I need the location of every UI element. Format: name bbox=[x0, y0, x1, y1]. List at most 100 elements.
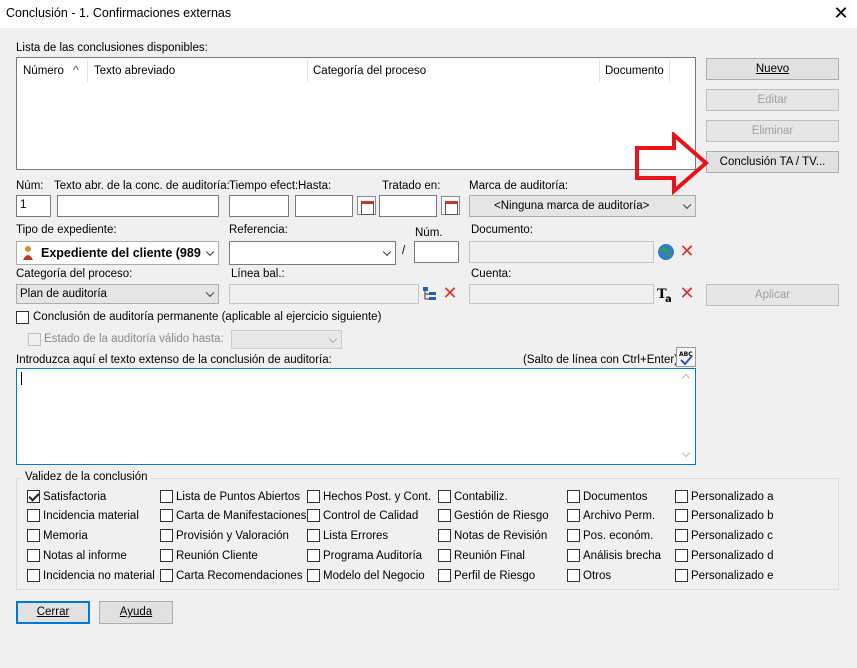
validez-checkbox[interactable] bbox=[160, 569, 173, 582]
validez-checkbox[interactable] bbox=[160, 509, 173, 522]
tratado-input[interactable] bbox=[379, 195, 437, 217]
estado-select[interactable] bbox=[231, 330, 342, 349]
validez-checkbox[interactable] bbox=[438, 509, 451, 522]
validez-checkbox[interactable] bbox=[307, 529, 320, 542]
scrollbar[interactable] bbox=[679, 369, 695, 464]
svg-text:a: a bbox=[665, 294, 672, 303]
validez-checkbox[interactable] bbox=[675, 490, 688, 503]
num-input[interactable]: 1 bbox=[16, 195, 51, 217]
scroll-up-icon[interactable] bbox=[681, 373, 691, 383]
globe-icon[interactable] bbox=[657, 243, 675, 261]
texto-extenso-textarea[interactable] bbox=[16, 368, 696, 465]
num2-input[interactable] bbox=[414, 241, 459, 263]
calendar-icon[interactable] bbox=[357, 196, 376, 215]
validez-checkbox[interactable] bbox=[27, 509, 40, 522]
validez-checkbox[interactable] bbox=[567, 490, 580, 503]
column-divider[interactable] bbox=[87, 60, 88, 82]
tipo-select[interactable]: Expediente del cliente (989? bbox=[16, 241, 219, 265]
column-divider[interactable] bbox=[599, 60, 600, 82]
validez-checkbox-label: Personalizado a bbox=[691, 491, 774, 503]
ayuda-label: Ayuda bbox=[119, 606, 153, 618]
validez-checkbox[interactable] bbox=[567, 509, 580, 522]
validez-checkbox-label: Personalizado d bbox=[691, 550, 774, 562]
salto-hint: (Salto de línea con Ctrl+Enter) bbox=[523, 354, 679, 366]
column-divider[interactable] bbox=[307, 60, 308, 82]
validez-checkbox[interactable] bbox=[160, 529, 173, 542]
text-tag-icon[interactable]: Ta bbox=[657, 285, 675, 305]
permanente-checkbox[interactable] bbox=[16, 311, 29, 324]
estado-label: Estado de la auditoría válido hasta: bbox=[44, 333, 224, 345]
validez-checkbox-label: Carta Recomendaciones bbox=[176, 570, 303, 582]
aplicar-button[interactable]: Aplicar bbox=[706, 284, 839, 306]
linea-input[interactable] bbox=[229, 284, 419, 304]
validez-checkbox[interactable] bbox=[675, 549, 688, 562]
validez-checkbox[interactable] bbox=[307, 509, 320, 522]
tiempo-input[interactable] bbox=[229, 195, 289, 217]
validez-checkbox[interactable] bbox=[307, 490, 320, 503]
tiempo-label: Tiempo efect: bbox=[229, 180, 299, 192]
validez-checkbox[interactable] bbox=[438, 549, 451, 562]
eliminar-button[interactable]: Eliminar bbox=[706, 120, 839, 142]
tree-icon[interactable] bbox=[422, 286, 438, 302]
nuevo-button[interactable]: Nuevo bbox=[706, 58, 839, 80]
column-header-documento[interactable]: Documento bbox=[605, 65, 664, 77]
validez-checkbox[interactable] bbox=[438, 529, 451, 542]
validez-checkbox[interactable] bbox=[438, 490, 451, 503]
ayuda-button[interactable]: Ayuda bbox=[99, 601, 173, 624]
validez-checkbox[interactable] bbox=[567, 529, 580, 542]
editar-button[interactable]: Editar bbox=[706, 89, 839, 111]
validez-checkbox[interactable] bbox=[307, 569, 320, 582]
column-divider[interactable] bbox=[669, 60, 670, 82]
validez-checkbox-label: Contabiliz. bbox=[454, 491, 508, 503]
tipo-value: Expediente del cliente (989? bbox=[41, 246, 201, 260]
delete-icon[interactable]: ✕ bbox=[678, 284, 696, 303]
referencia-select[interactable] bbox=[229, 241, 396, 265]
column-header-numero[interactable]: Número bbox=[23, 65, 64, 77]
validez-checkbox[interactable] bbox=[160, 549, 173, 562]
validez-checkbox-label: Provisión y Valoración bbox=[176, 530, 289, 542]
marca-select[interactable]: <Ninguna marca de auditoría> bbox=[469, 195, 696, 217]
validez-checkbox[interactable] bbox=[27, 529, 40, 542]
spellcheck-icon[interactable]: ABC bbox=[676, 347, 696, 367]
validez-checkbox[interactable] bbox=[307, 549, 320, 562]
categoria-value: Plan de auditoría bbox=[20, 288, 107, 300]
scroll-down-icon[interactable] bbox=[681, 448, 691, 458]
validez-checkbox[interactable] bbox=[567, 549, 580, 562]
column-header-categoria[interactable]: Categoría del proceso bbox=[313, 65, 426, 77]
validez-checkbox[interactable] bbox=[675, 529, 688, 542]
delete-icon[interactable]: ✕ bbox=[441, 284, 459, 303]
validez-checkbox[interactable] bbox=[27, 549, 40, 562]
categoria-select[interactable]: Plan de auditoría bbox=[16, 284, 219, 304]
validez-checkbox[interactable] bbox=[27, 490, 40, 503]
estado-checkbox[interactable] bbox=[28, 333, 41, 346]
close-icon[interactable]: ✕ bbox=[826, 1, 856, 27]
num-label: Núm: bbox=[16, 180, 44, 192]
list-label: Lista de las conclusiones disponibles: bbox=[16, 42, 208, 54]
num-value: 1 bbox=[20, 199, 27, 211]
validez-checkbox[interactable] bbox=[675, 569, 688, 582]
text-cursor bbox=[21, 372, 22, 385]
conclusion-ta-button[interactable]: Conclusión TA / TV... bbox=[706, 151, 839, 173]
validez-checkbox-label: Reunión Final bbox=[454, 550, 525, 562]
validez-checkbox[interactable] bbox=[675, 509, 688, 522]
validez-checkbox-label: Satisfactoria bbox=[43, 491, 107, 503]
cerrar-button[interactable]: Cerrar bbox=[16, 601, 90, 624]
validez-checkbox[interactable] bbox=[160, 490, 173, 503]
hasta-input[interactable] bbox=[295, 195, 353, 217]
column-header-texto[interactable]: Texto abreviado bbox=[94, 65, 175, 77]
calendar-icon[interactable] bbox=[441, 196, 460, 215]
validez-checkbox-label: Reunión Cliente bbox=[176, 550, 258, 562]
validez-checkbox[interactable] bbox=[27, 569, 40, 582]
validez-checkbox[interactable] bbox=[438, 569, 451, 582]
documento-input[interactable] bbox=[469, 241, 654, 263]
validez-checkbox[interactable] bbox=[567, 569, 580, 582]
validez-checkbox-label: Modelo del Negocio bbox=[323, 570, 425, 582]
validez-checkbox-label: Otros bbox=[583, 570, 612, 582]
validez-checkbox-label: Personalizado e bbox=[691, 570, 774, 582]
cuenta-input[interactable] bbox=[469, 284, 654, 304]
texto-abr-input[interactable] bbox=[57, 195, 219, 217]
validez-checkbox-label: Gestión de Riesgo bbox=[454, 510, 549, 522]
validez-checkbox-label: Notas de Revisión bbox=[454, 530, 548, 542]
conclusions-list[interactable]: Número ^ Texto abreviado Categoría del p… bbox=[16, 57, 696, 170]
delete-icon[interactable]: ✕ bbox=[678, 242, 696, 261]
